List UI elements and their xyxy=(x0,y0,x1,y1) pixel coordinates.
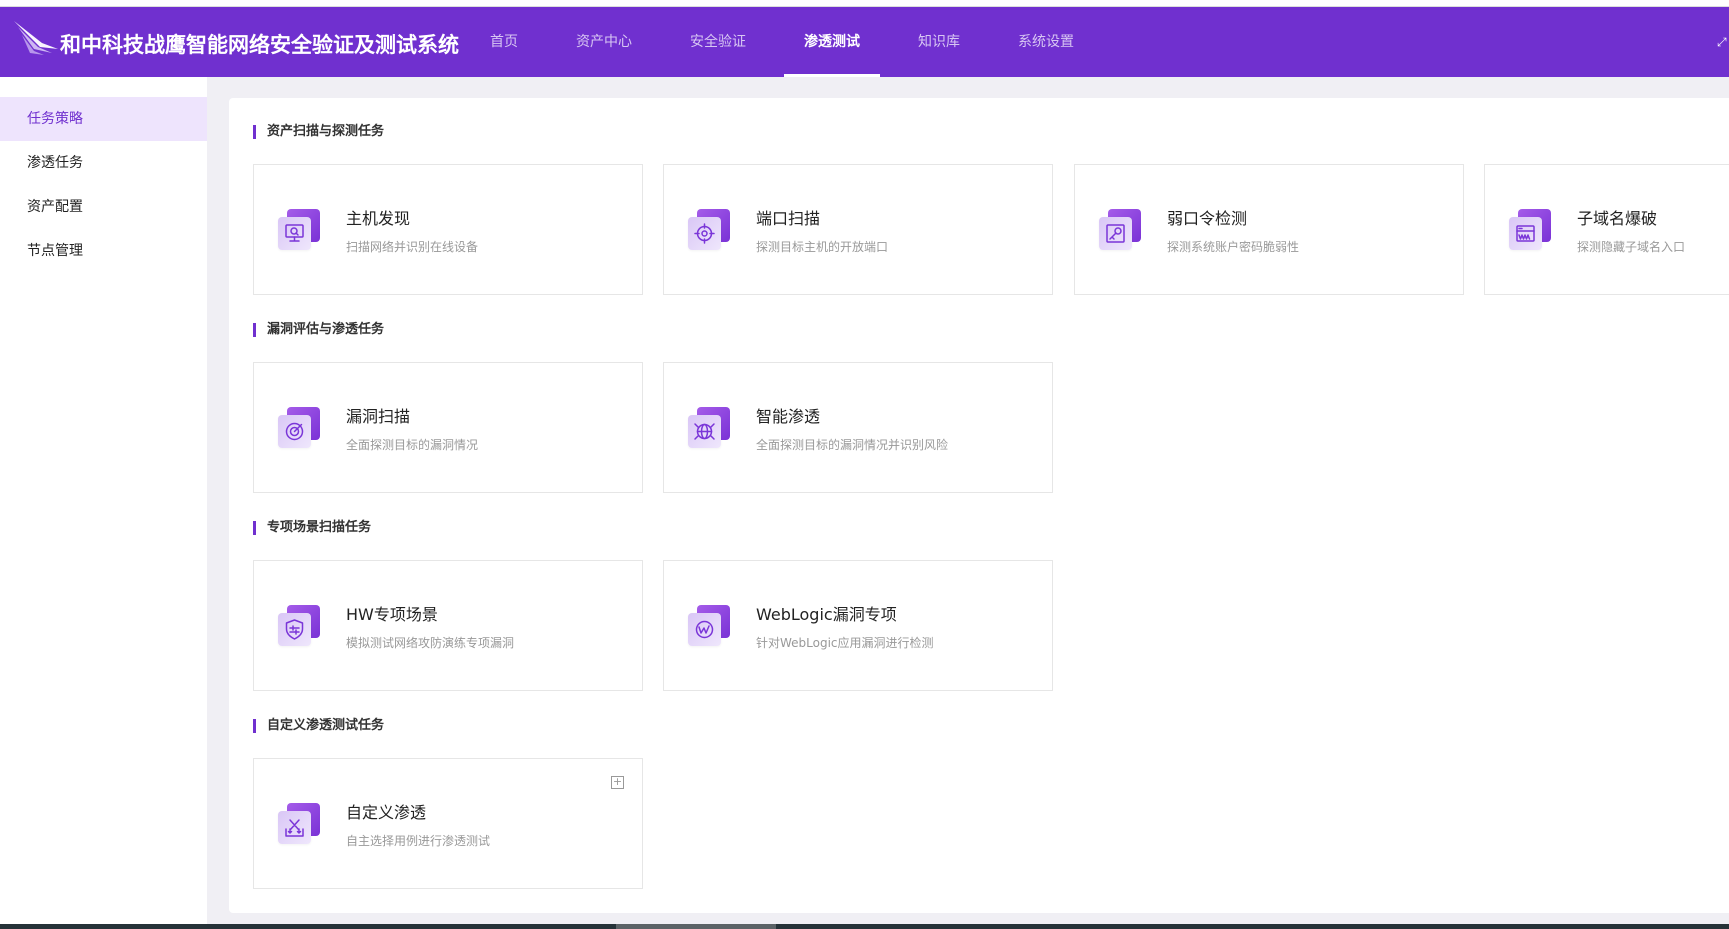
section-title: 专项场景扫描任务 xyxy=(253,520,371,536)
task-card[interactable]: 自定义渗透 自主选择用例进行渗透测试 + xyxy=(253,758,643,889)
port-scan-icon xyxy=(688,209,732,253)
top-header: 和中科技战鹰智能网络安全验证及测试系统 首页 资产中心 安全验证 渗透测试 知识… xyxy=(0,7,1729,77)
app-title: 和中科技战鹰智能网络安全验证及测试系统 xyxy=(60,33,459,57)
section-title: 自定义渗透测试任务 xyxy=(253,718,384,734)
card-description: 全面探测目标的漏洞情况 xyxy=(346,438,479,452)
sidebar-item-node-management[interactable]: 节点管理 xyxy=(0,229,207,273)
card-description: 针对WebLogic应用漏洞进行检测 xyxy=(756,636,934,650)
card-description: 模拟测试网络攻防演练专项漏洞 xyxy=(346,636,515,650)
card-title: 弱口令检测 xyxy=(1167,209,1248,228)
card-description: 自主选择用例进行渗透测试 xyxy=(346,834,491,848)
sidebar-item-pentest-tasks[interactable]: 渗透任务 xyxy=(0,141,207,185)
section-title: 资产扫描与探测任务 xyxy=(253,124,384,140)
weblogic-icon xyxy=(688,605,732,649)
card-title: 主机发现 xyxy=(346,209,411,228)
card-description: 全面探测目标的漏洞情况并识别风险 xyxy=(756,438,949,452)
task-card[interactable]: 子域名爆破 探测隐藏子域名入口 xyxy=(1484,164,1729,295)
custom-swords-icon xyxy=(278,803,322,847)
card-title: 漏洞扫描 xyxy=(346,407,411,426)
card-description: 探测系统账户密码脆弱性 xyxy=(1167,240,1300,254)
card-title: WebLogic漏洞专项 xyxy=(756,605,897,624)
key-icon xyxy=(1099,209,1143,253)
monitor-search-icon xyxy=(278,209,322,253)
card-description: 探测目标主机的开放端口 xyxy=(756,240,889,254)
nav-security-verify[interactable]: 安全验证 xyxy=(670,7,766,77)
main-nav: 首页 资产中心 安全验证 渗透测试 知识库 系统设置 xyxy=(470,7,1112,77)
card-title: HW专项场景 xyxy=(346,605,438,624)
globe-icon xyxy=(688,407,732,451)
nav-asset-center[interactable]: 资产中心 xyxy=(556,7,652,77)
add-icon[interactable]: + xyxy=(611,776,624,789)
task-card[interactable]: 智能渗透 全面探测目标的漏洞情况并识别风险 xyxy=(663,362,1053,493)
target-icon xyxy=(278,407,322,451)
task-card[interactable]: WebLogic漏洞专项 针对WebLogic应用漏洞进行检测 xyxy=(663,560,1053,691)
card-title: 子域名爆破 xyxy=(1577,209,1658,228)
scrollbar-thumb[interactable] xyxy=(616,924,776,929)
task-card[interactable]: 漏洞扫描 全面探测目标的漏洞情况 xyxy=(253,362,643,493)
window-top-edge xyxy=(0,0,1729,7)
nav-home[interactable]: 首页 xyxy=(470,7,538,77)
horizontal-scrollbar[interactable] xyxy=(0,924,1729,929)
eagle-logo-icon xyxy=(14,21,58,55)
nav-system-settings[interactable]: 系统设置 xyxy=(998,7,1094,77)
www-icon xyxy=(1509,209,1553,253)
task-card[interactable]: 端口扫描 探测目标主机的开放端口 xyxy=(663,164,1053,295)
nav-knowledge-base[interactable]: 知识库 xyxy=(898,7,980,77)
fullscreen-icon[interactable]: ⤢ xyxy=(1717,35,1729,49)
card-title: 端口扫描 xyxy=(756,209,821,228)
nav-pentest[interactable]: 渗透测试 xyxy=(784,7,880,77)
task-card[interactable]: 弱口令检测 探测系统账户密码脆弱性 xyxy=(1074,164,1464,295)
card-description: 扫描网络并识别在线设备 xyxy=(346,240,479,254)
shield-icon xyxy=(278,605,322,649)
sidebar-item-task-strategy[interactable]: 任务策略 xyxy=(0,97,207,141)
card-description: 探测隐藏子域名入口 xyxy=(1577,240,1686,254)
card-title: 智能渗透 xyxy=(756,407,821,426)
task-card[interactable]: 主机发现 扫描网络并识别在线设备 xyxy=(253,164,643,295)
sidebar-item-asset-config[interactable]: 资产配置 xyxy=(0,185,207,229)
sidebar: 任务策略 渗透任务 资产配置 节点管理 xyxy=(0,77,207,924)
card-title: 自定义渗透 xyxy=(346,803,427,822)
section-title: 漏洞评估与渗透任务 xyxy=(253,322,384,338)
task-card[interactable]: HW专项场景 模拟测试网络攻防演练专项漏洞 xyxy=(253,560,643,691)
